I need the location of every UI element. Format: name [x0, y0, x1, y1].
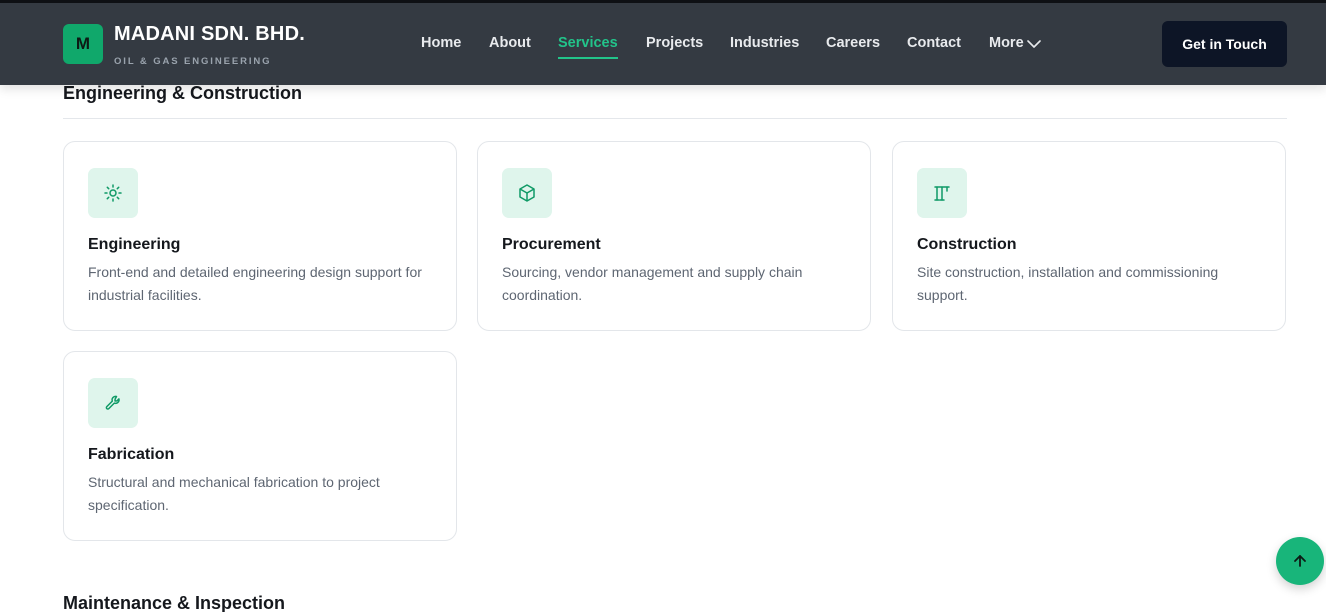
card-title: Procurement	[502, 236, 601, 253]
nav-more[interactable]: More	[989, 35, 1024, 51]
service-card-engineering[interactable]: Engineering Front-end and detailed engin…	[63, 141, 457, 331]
arrow-up-icon	[1294, 555, 1306, 567]
service-card-procurement[interactable]: Procurement Sourcing, vendor management …	[477, 141, 871, 331]
chevron-down-icon[interactable]	[1027, 39, 1041, 49]
service-card-construction[interactable]: Construction Site construction, installa…	[892, 141, 1286, 331]
section-divider	[63, 118, 1287, 119]
box-icon	[502, 168, 552, 218]
nav-active-indicator	[558, 57, 618, 59]
sun-icon	[88, 168, 138, 218]
brand-tagline: OIL & GAS ENGINEERING	[114, 56, 272, 67]
nav-home[interactable]: Home	[421, 35, 461, 51]
card-title: Construction	[917, 236, 1017, 253]
crane-icon	[917, 168, 967, 218]
nav-careers[interactable]: Careers	[826, 35, 880, 51]
logo[interactable]: M	[63, 24, 103, 64]
section-title-maintenance-inspection: Maintenance & Inspection	[63, 593, 286, 612]
section-title-engineering-construction: Engineering & Construction	[63, 83, 303, 103]
nav-about[interactable]: About	[489, 35, 531, 51]
card-description: Sourcing, vendor management and supply c…	[502, 264, 803, 303]
card-title: Fabrication	[88, 446, 175, 463]
nav-contact[interactable]: Contact	[907, 35, 961, 51]
scroll-to-top-button[interactable]	[1276, 537, 1324, 585]
brand-name[interactable]: MADANI SDN. BHD.	[114, 23, 305, 46]
card-title: Engineering	[88, 236, 181, 253]
get-in-touch-button[interactable]: Get in Touch	[1162, 21, 1287, 67]
nav-projects[interactable]: Projects	[646, 35, 703, 51]
nav-industries[interactable]: Industries	[730, 35, 799, 51]
card-description: Front-end and detailed engineering desig…	[88, 264, 422, 303]
nav-services[interactable]: Services	[558, 35, 618, 51]
wrench-icon	[88, 378, 138, 428]
card-description: Site construction, installation and comm…	[917, 264, 1219, 303]
card-description: Structural and mechanical fabrication to…	[88, 474, 380, 513]
navbar: M MADANI SDN. BHD. OIL & GAS ENGINEERING…	[0, 3, 1326, 85]
service-card-fabrication[interactable]: Fabrication Structural and mechanical fa…	[63, 351, 457, 541]
